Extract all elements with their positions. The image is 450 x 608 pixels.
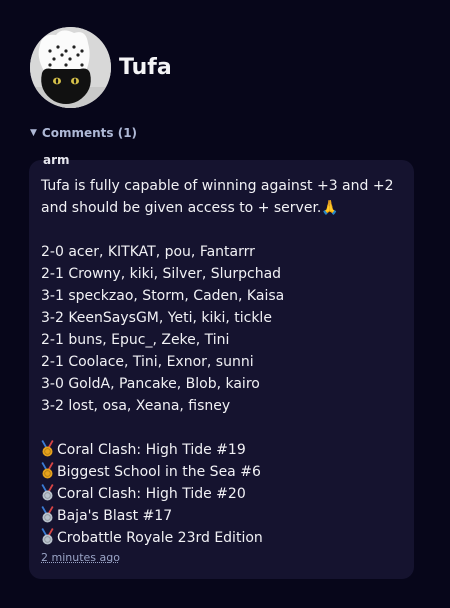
folded-hands-emoji: 🙏 (321, 200, 339, 216)
result-line: 3-2 lost, osa, Xeana, fisney (41, 398, 231, 414)
result-line: 2-1 Coolace, Tini, Exnor, sunni (41, 354, 254, 370)
achievement-line: Biggest School in the Sea #6 (41, 461, 407, 483)
result-line: 3-1 speckzao, Storm, Caden, Kaisa (41, 288, 285, 304)
achievement-text: Coral Clash: High Tide #20 (57, 486, 246, 502)
page: Tufa ▼ Comments (1) arm Tufa is fully ca… (0, 0, 450, 608)
achievement-line: Coral Clash: High Tide #19 (41, 439, 407, 461)
avatar[interactable] (30, 27, 111, 108)
comment-author[interactable]: arm (43, 154, 70, 167)
achievement-text: Crobattle Royale 23rd Edition (57, 530, 263, 546)
achievement-line: Coral Clash: High Tide #20 (41, 483, 407, 505)
profile-username: Tufa (119, 55, 172, 80)
comment-intro-line: and should be given access to + server.🙏 (41, 197, 407, 219)
achievements-list: Coral Clash: High Tide #19 Biggest School… (41, 439, 407, 549)
achievement-text: Baja's Blast #17 (57, 508, 173, 524)
caret-down-icon: ▼ (30, 128, 37, 138)
cat-chef-avatar-icon (30, 27, 111, 108)
comment-body: Tufa is fully capable of winning against… (41, 175, 407, 549)
achievement-text: Biggest School in the Sea #6 (57, 464, 261, 480)
achievement-text: Coral Clash: High Tide #19 (57, 442, 246, 458)
profile-header: Tufa (30, 27, 172, 108)
result-line: 2-0 acer, KITKAT, pou, Fantarrr (41, 244, 255, 260)
comment-intro-line: Tufa is fully capable of winning against… (41, 178, 394, 194)
silver-medal-icon (41, 484, 54, 501)
result-line: 3-0 GoldA, Pancake, Blob, kairo (41, 376, 260, 392)
gold-medal-icon (41, 462, 54, 479)
result-line: 3-2 KeenSaysGM, Yeti, kiki, tickle (41, 310, 272, 326)
comment-intro-text: and should be given access to + server. (41, 200, 322, 216)
results-list: 2-0 acer, KITKAT, pou, Fantarrr 2-1 Crown… (41, 241, 407, 417)
silver-medal-icon (41, 528, 54, 545)
silver-medal-icon (41, 506, 54, 523)
achievement-line: Crobattle Royale 23rd Edition (41, 527, 407, 549)
result-line: 2-1 buns, Epuc_, Zeke, Tini (41, 332, 230, 348)
gold-medal-icon (41, 440, 54, 457)
result-line: 2-1 Crowny, kiki, Silver, Slurpchad (41, 266, 282, 282)
comment-timestamp[interactable]: 2 minutes ago (41, 551, 120, 564)
comments-toggle[interactable]: ▼ Comments (1) (30, 126, 137, 140)
achievement-line: Baja's Blast #17 (41, 505, 407, 527)
comments-toggle-label: Comments (1) (41, 126, 138, 140)
